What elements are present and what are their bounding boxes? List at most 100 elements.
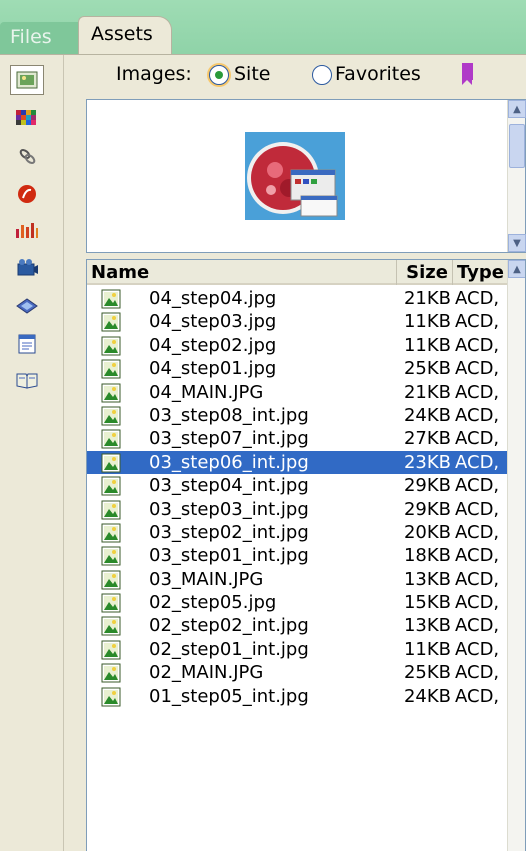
templates-icon — [18, 334, 36, 354]
image-file-icon — [101, 523, 121, 543]
scripts-icon — [16, 298, 38, 314]
site-radio-label[interactable]: Site — [234, 63, 270, 85]
file-size: 11KB — [403, 311, 451, 333]
urls-category-button[interactable] — [10, 141, 44, 171]
file-name: 04_step04.jpg — [149, 288, 277, 309]
favorites-radio-label[interactable]: Favorites — [335, 63, 421, 85]
table-row[interactable]: 03_step03_int.jpg 29KB ACD, — [87, 498, 509, 521]
file-name: 02_step01_int.jpg — [149, 638, 309, 660]
preview-thumbnail — [245, 132, 345, 220]
file-type: ACD, — [455, 311, 500, 333]
file-type: ACD, — [455, 288, 500, 309]
name-cell: 03_step06_int.jpg — [87, 450, 397, 474]
table-row[interactable]: 01_step05_int.jpg 24KB ACD, — [87, 685, 509, 708]
image-preview-pane: ▲ ▼ — [86, 99, 526, 253]
file-rows: 04_step04.jpg 21KB ACD, 04_step03.jpg 11KB AC… — [87, 287, 509, 708]
file-type: ACD, — [455, 638, 500, 660]
file-name: 03_step01_int.jpg — [149, 545, 309, 567]
list-header: Name Size Type — [87, 260, 509, 285]
name-cell: 02_step01_int.jpg — [87, 638, 397, 661]
preview-scrollbar[interactable]: ▲ ▼ — [507, 100, 526, 252]
table-row[interactable]: 03_step08_int.jpg 24KB ACD, — [87, 404, 509, 427]
file-type: ACD, — [455, 381, 500, 403]
file-size: 11KB — [403, 334, 451, 356]
file-size: 11KB — [403, 638, 451, 660]
file-type: ACD, — [455, 498, 500, 520]
movies-category-button[interactable] — [10, 253, 44, 283]
image-file-icon — [101, 336, 121, 356]
table-row[interactable]: 02_step05.jpg 15KB ACD, — [87, 591, 509, 614]
file-name: 04_step02.jpg — [149, 334, 277, 356]
image-file-icon — [101, 640, 121, 660]
table-row[interactable]: 03_step04_int.jpg 29KB ACD, — [87, 474, 509, 497]
table-row[interactable]: 03_MAIN.JPG 13KB ACD, — [87, 568, 509, 591]
preview-scroll-thumb[interactable] — [509, 124, 525, 168]
image-file-icon — [101, 616, 121, 636]
library-icon — [16, 373, 38, 389]
images-category-button[interactable] — [10, 65, 44, 95]
tab-assets[interactable]: Assets — [78, 16, 172, 56]
images-filter-row: Images: Site Favorites — [64, 55, 526, 95]
table-row[interactable]: 04_step03.jpg 11KB ACD, — [87, 310, 509, 333]
assets-file-list: Name Size Type 04_step04.jpg 21KB ACD, 04_s… — [86, 259, 526, 851]
scroll-up-icon[interactable]: ▲ — [508, 100, 526, 118]
file-name: 02_MAIN.JPG — [149, 662, 264, 684]
table-row[interactable]: 04_step01.jpg 25KB ACD, — [87, 357, 509, 380]
scroll-down-icon[interactable]: ▼ — [508, 234, 526, 252]
panel-tab-strip: Files Assets — [0, 0, 526, 56]
list-scroll-up-icon[interactable]: ▲ — [508, 260, 525, 278]
images-icon — [16, 71, 38, 89]
name-cell: 03_step07_int.jpg — [87, 427, 397, 450]
file-name: 03_step02_int.jpg — [149, 521, 309, 543]
name-cell: 02_step02_int.jpg — [87, 614, 397, 637]
image-file-icon — [101, 383, 121, 403]
file-name: 03_step08_int.jpg — [149, 404, 309, 426]
file-type: ACD, — [455, 521, 500, 543]
images-filter-label: Images: — [116, 63, 192, 85]
file-name: 02_step05.jpg — [149, 592, 277, 614]
assets-panel: Images: Site Favorites ▲ ▼ Name Size Typ… — [0, 54, 526, 851]
column-header-name[interactable]: Name — [87, 260, 397, 285]
name-cell: 04_step03.jpg — [87, 310, 397, 333]
file-size: 25KB — [403, 358, 451, 380]
add-to-favorites-icon[interactable] — [462, 63, 473, 85]
file-size: 13KB — [403, 568, 451, 590]
image-file-icon — [101, 663, 121, 683]
flash-category-button[interactable] — [10, 179, 44, 209]
column-header-type[interactable]: Type — [453, 260, 509, 285]
table-row[interactable]: 02_step01_int.jpg 11KB ACD, — [87, 638, 509, 661]
file-type: ACD, — [455, 358, 500, 380]
file-size: 24KB — [403, 685, 451, 707]
list-scrollbar[interactable]: ▲ — [507, 260, 525, 851]
templates-category-button[interactable] — [10, 329, 44, 359]
file-type: ACD, — [455, 568, 500, 590]
name-cell: 04_step01.jpg — [87, 357, 397, 380]
table-row[interactable]: 04_MAIN.JPG 21KB ACD, — [87, 381, 509, 404]
table-row[interactable]: 02_MAIN.JPG 25KB ACD, — [87, 661, 509, 684]
table-row[interactable]: 04_step02.jpg 11KB ACD, — [87, 334, 509, 357]
colors-category-button[interactable] — [10, 103, 44, 133]
name-cell: 02_MAIN.JPG — [87, 661, 397, 684]
file-size: 13KB — [403, 615, 451, 637]
table-row[interactable]: 04_step04.jpg 21KB ACD, — [87, 287, 509, 310]
scripts-category-button[interactable] — [10, 291, 44, 321]
image-file-icon — [101, 453, 121, 473]
table-row[interactable]: 03_step07_int.jpg 27KB ACD, — [87, 427, 509, 450]
file-name: 03_MAIN.JPG — [149, 568, 264, 590]
name-cell: 03_step03_int.jpg — [87, 498, 397, 521]
shockwave-category-button[interactable] — [10, 215, 44, 245]
table-row[interactable]: 03_step01_int.jpg 18KB ACD, — [87, 544, 509, 567]
movies-icon — [17, 259, 38, 276]
favorites-radio[interactable] — [312, 65, 332, 85]
table-row[interactable]: 02_step02_int.jpg 13KB ACD, — [87, 614, 509, 637]
table-row[interactable]: 03_step06_int.jpg 23KB ACD, — [87, 450, 509, 474]
asset-category-toolbar — [0, 55, 64, 851]
library-category-button[interactable] — [10, 365, 44, 395]
table-row[interactable]: 03_step02_int.jpg 20KB ACD, — [87, 521, 509, 544]
flash-icon — [18, 185, 36, 203]
column-header-size[interactable]: Size — [397, 260, 453, 285]
file-type: ACD, — [455, 615, 500, 637]
site-radio[interactable] — [209, 65, 229, 85]
tab-files[interactable]: Files — [0, 22, 78, 54]
file-name: 02_step02_int.jpg — [149, 615, 309, 637]
